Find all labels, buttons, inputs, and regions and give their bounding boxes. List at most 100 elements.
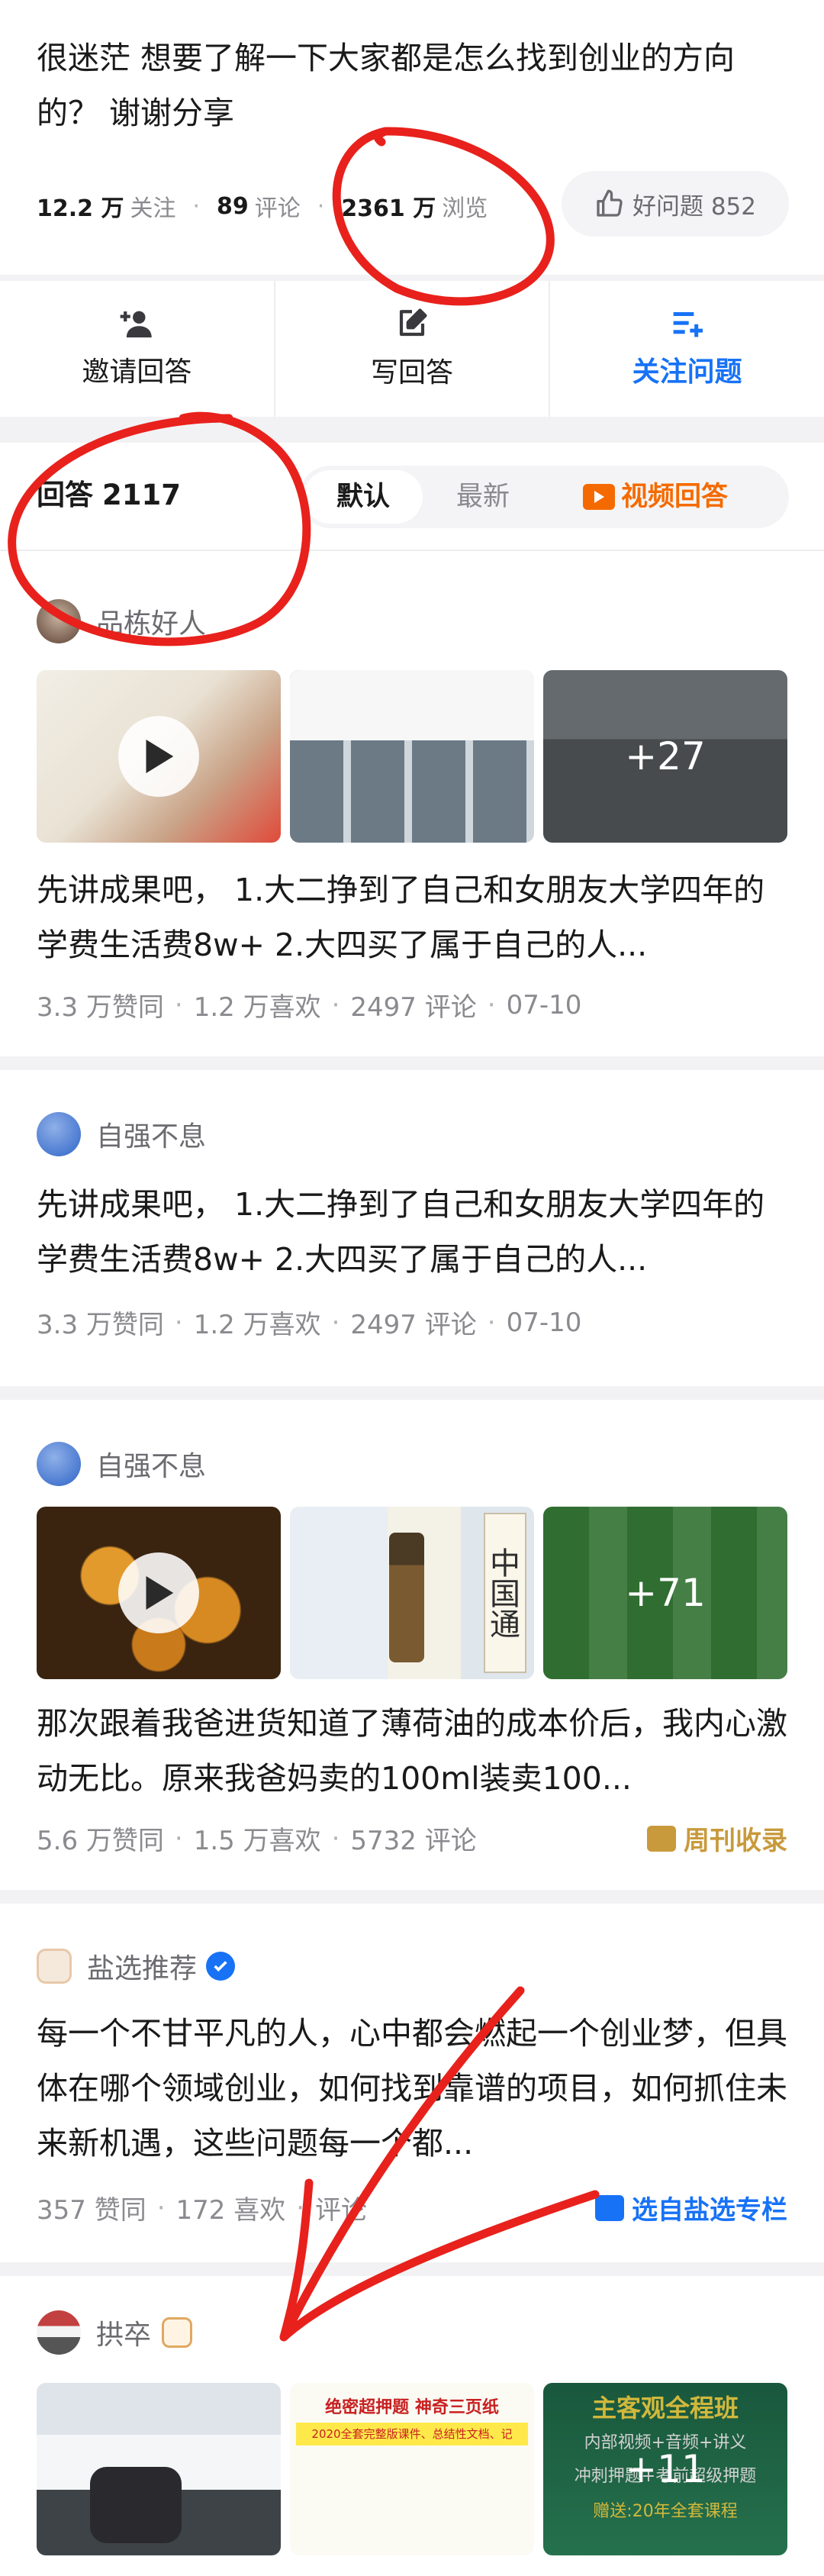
video-thumbnail[interactable] (37, 1507, 281, 1679)
video-play-icon (583, 484, 615, 510)
book-icon (647, 1825, 676, 1852)
separator-dot: · (331, 989, 340, 1020)
tab-video-answers[interactable]: 视频回答 (583, 470, 781, 524)
avatar[interactable] (37, 1442, 81, 1486)
more-images-count[interactable]: +71 (543, 1507, 787, 1679)
image-thumbnail[interactable]: +27 (543, 670, 787, 843)
thumbnail-caption: 中国通 (484, 1513, 526, 1673)
follow-question-label: 关注问题 (632, 356, 742, 388)
avatar[interactable] (37, 599, 81, 643)
like-count: 3.3 万赞同 (37, 992, 164, 1023)
answer-author[interactable]: 拱卒 (37, 2310, 193, 2355)
answer-thumbnails: 中国通 +71 (37, 1507, 787, 1679)
question-actions: 邀请回答 写回答 关注问题 (0, 281, 824, 417)
follow-list-icon (673, 312, 703, 337)
thumbnail-text-strip (290, 670, 534, 740)
image-thumbnail[interactable] (37, 2383, 281, 2555)
answer-excerpt[interactable]: 每一个不甘平凡的人，心中都会燃起一个创业梦，但具体在哪个领域创业，如何找到靠谱的… (37, 2006, 792, 2171)
tab-default[interactable]: 默认 (304, 470, 423, 524)
more-images-count[interactable]: +11 (543, 2383, 787, 2555)
comment-count[interactable]: 89 (217, 193, 249, 220)
answer-card[interactable]: 拱卒 绝密超押题 神奇三页纸 2020全套完整版课件、总结性文档、记 主客观全程… (0, 2276, 824, 2576)
separator-dot: · (156, 2192, 166, 2223)
video-thumbnail[interactable] (37, 670, 281, 843)
image-thumbnail[interactable] (290, 670, 534, 843)
like-count: 5.6 万赞同 (37, 1826, 164, 1856)
answer-author[interactable]: 盐选推荐 (37, 1943, 236, 1989)
write-answer-label: 写回答 (371, 357, 454, 388)
author-name[interactable]: 自强不息 (96, 1444, 206, 1484)
column-icon (595, 2194, 624, 2221)
answer-excerpt[interactable]: 先讲成果吧， 1.大二挣到了自己和女朋友大学四年的学费生活费8w+ 2.大四买了… (37, 862, 792, 972)
follow-count: 12.2 万 (37, 195, 124, 222)
answers-count: 2117 (102, 479, 181, 511)
thumbnail-subtitle: 2020全套完整版课件、总结性文档、记 (296, 2423, 528, 2445)
fav-count: 1.2 万喜欢 (193, 1310, 321, 1340)
like-count: 3.3 万赞同 (37, 1310, 164, 1340)
good-question-label: 好问题 852 (632, 192, 757, 221)
separator-dot: · (317, 192, 325, 220)
answers-count-title: 回答 2117 (37, 472, 181, 513)
follow-label: 关注 (130, 195, 176, 222)
invite-user-icon (120, 311, 153, 338)
tab-latest[interactable]: 最新 (426, 470, 540, 524)
avatar[interactable] (37, 1112, 81, 1156)
view-label: 浏览 (442, 195, 488, 222)
image-thumbnail[interactable]: 中国通 (290, 1507, 534, 1679)
answers-header: 回答 2117 默认 最新 视频回答 (0, 443, 824, 551)
answer-excerpt[interactable]: 那次跟着我爸进货知道了薄荷油的成本价后，我内心激动无比。原来我爸妈卖的100ml… (37, 1696, 792, 1806)
bottle-shape (389, 1533, 424, 1662)
answer-thumbnails: +27 (37, 670, 787, 843)
question-title[interactable]: 很迷茫 想要了解一下大家都是怎么找到创业的方向的？ 谢谢分享 (37, 31, 792, 140)
avatar[interactable] (37, 2310, 81, 2355)
salt-column-tag[interactable]: 选自盐选专栏 (595, 2189, 787, 2226)
image-thumbnail[interactable]: +71 (543, 1507, 787, 1679)
good-question-button[interactable]: 好问题 852 (562, 171, 789, 237)
play-icon[interactable] (118, 1552, 199, 1633)
comment-label[interactable]: 评论 (255, 189, 301, 223)
tag-label: 周刊收录 (684, 1826, 787, 1856)
separator-dot: · (174, 1307, 183, 1338)
answer-card[interactable]: 自强不息 中国通 +71 那次跟着我爸进货知道了薄荷油的成本价后，我内心激动无比… (0, 1400, 824, 1890)
author-name[interactable]: 品栋好人 (96, 601, 206, 641)
question-stats: 12.2 万 关注 · 89 评论 · 2361 万 浏览 (37, 183, 488, 229)
question-header: 很迷茫 想要了解一下大家都是怎么找到创业的方向的？ 谢谢分享 12.2 万 关注… (0, 0, 824, 275)
image-thumbnail[interactable]: 绝密超押题 神奇三页纸 2020全套完整版课件、总结性文档、记 (290, 2383, 534, 2555)
author-name[interactable]: 拱卒 (96, 2313, 151, 2352)
answer-meta: 357 赞同 · 172 喜欢 · 评论 (37, 2189, 367, 2226)
thumbnail-title: 绝密超押题 神奇三页纸 (325, 2398, 499, 2417)
image-thumbnail[interactable]: 主客观全程班 内部视频+音频+讲义 冲刺押题+考前超级押题 赠送:20年全套课程… (543, 2383, 787, 2555)
answer-meta: 3.3 万赞同 · 1.2 万喜欢 · 2497 评论 · 07-10 (37, 986, 581, 1024)
separator-dot: · (174, 1823, 183, 1854)
write-answer-button[interactable]: 写回答 (275, 281, 551, 417)
comment-count: 评论 (315, 2195, 368, 2226)
weekly-pick-tag[interactable]: 周刊收录 (647, 1820, 787, 1857)
comment-count: 2497 评论 (350, 992, 477, 1023)
answer-card[interactable]: 品栋好人 +27 先讲成果吧， 1.大二挣到了自己和女朋友大学四年的学费生活费8… (0, 551, 824, 1056)
answer-meta: 3.3 万赞同 · 1.2 万喜欢 · 2497 评论 · 07-10 (37, 1304, 581, 1341)
fav-count: 172 喜欢 (175, 2195, 286, 2226)
more-images-count[interactable]: +27 (543, 670, 787, 843)
separator-dot: · (296, 2192, 305, 2223)
answers-label: 回答 (37, 479, 93, 511)
answer-meta: 5.6 万赞同 · 1.5 万喜欢 · 5732 评论 (37, 1820, 477, 1857)
verified-badge-icon (206, 1952, 236, 1981)
author-name[interactable]: 盐选推荐 (87, 1946, 197, 1986)
answer-author[interactable]: 品栋好人 (37, 598, 206, 644)
car-key-shape (90, 2467, 182, 2543)
answer-card[interactable]: 盐选推荐 每一个不甘平凡的人，心中都会燃起一个创业梦，但具体在哪个领域创业，如何… (0, 1904, 824, 2262)
tag-label: 选自盐选专栏 (632, 2195, 787, 2226)
answer-card[interactable]: 自强不息 先讲成果吧， 1.大二挣到了自己和女朋友大学四年的学费生活费8w+ 2… (0, 1070, 824, 1386)
answer-author[interactable]: 自强不息 (37, 1441, 206, 1487)
separator-dot: · (331, 1823, 340, 1854)
answer-date: 07-10 (506, 1307, 582, 1338)
play-icon[interactable] (118, 716, 199, 797)
answer-author[interactable]: 自强不息 (37, 1111, 206, 1157)
sort-segment: 默认 最新 视频回答 (299, 466, 789, 528)
salt-select-logo[interactable] (37, 1949, 72, 1984)
answer-excerpt[interactable]: 先讲成果吧， 1.大二挣到了自己和女朋友大学四年的学费生活费8w+ 2.大四买了… (37, 1177, 792, 1287)
author-name[interactable]: 自强不息 (96, 1114, 206, 1154)
comment-count: 2497 评论 (350, 1310, 477, 1340)
invite-answer-button[interactable]: 邀请回答 (0, 281, 275, 417)
follow-question-button[interactable]: 关注问题 (550, 281, 824, 417)
